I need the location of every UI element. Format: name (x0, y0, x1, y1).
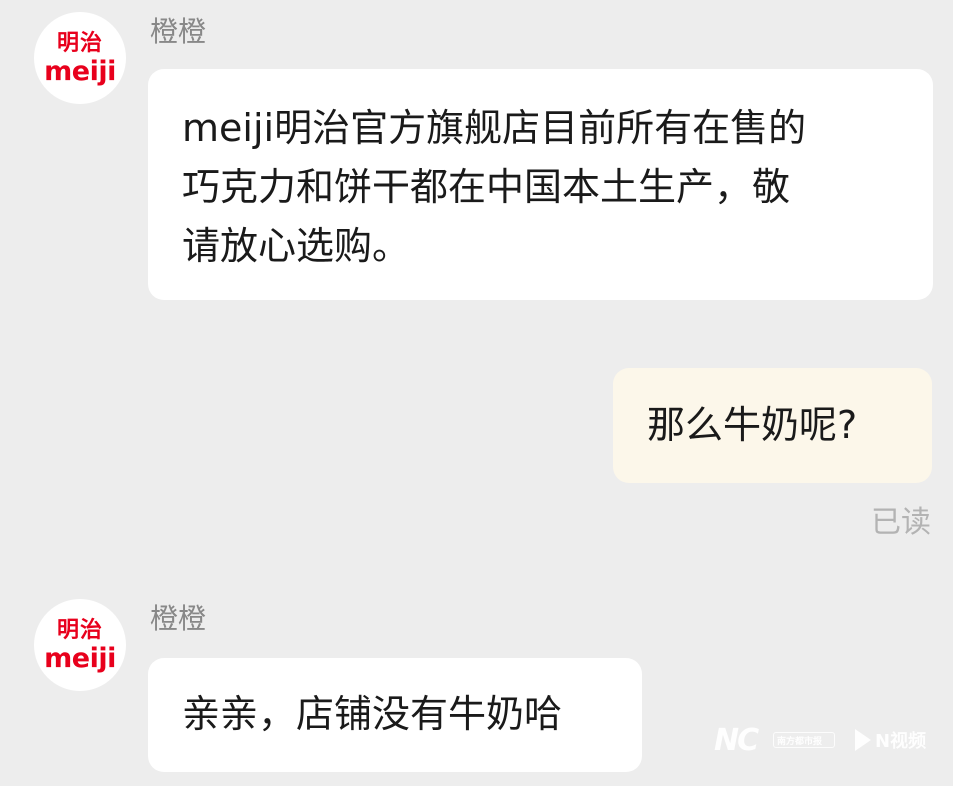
n-video-watermark-text: N视频 (875, 731, 927, 752)
message-line: 巧克力和饼干都在中国本土生产，敬 (182, 165, 791, 209)
avatar-logo-en: meiji (44, 56, 116, 87)
n-video-watermark: N视频 (855, 722, 926, 758)
message-text: 亲亲，店铺没有牛奶哈 (182, 692, 563, 736)
message-line: meiji明治官方旗舰店目前所有在售的 (182, 106, 807, 150)
incoming-message-bubble[interactable]: 亲亲，店铺没有牛奶哈 (148, 658, 642, 772)
outgoing-message-bubble[interactable]: 那么牛奶呢? (613, 368, 932, 483)
avatar-logo-en: meiji (44, 643, 116, 674)
sender-name: 橙橙 (150, 15, 207, 48)
incoming-message-bubble[interactable]: meiji明治官方旗舰店目前所有在售的 巧克力和饼干都在中国本土生产，敬 请放心… (148, 69, 933, 300)
sender-name: 橙橙 (150, 602, 207, 635)
read-status: 已读 (871, 505, 931, 540)
avatar[interactable]: 明治 meiji (34, 599, 126, 691)
play-icon (855, 729, 871, 751)
avatar-logo-cn: 明治 (56, 618, 103, 643)
message-text: 那么牛奶呢? (647, 403, 858, 447)
nc-watermark-caption: 南方都市报 (773, 732, 835, 748)
nc-watermark-text: NC (714, 722, 759, 758)
message-line: 请放心选购。 (182, 224, 411, 268)
avatar-logo-cn: 明治 (56, 31, 103, 56)
nc-watermark-logo: NC (714, 722, 759, 758)
avatar[interactable]: 明治 meiji (34, 12, 126, 104)
